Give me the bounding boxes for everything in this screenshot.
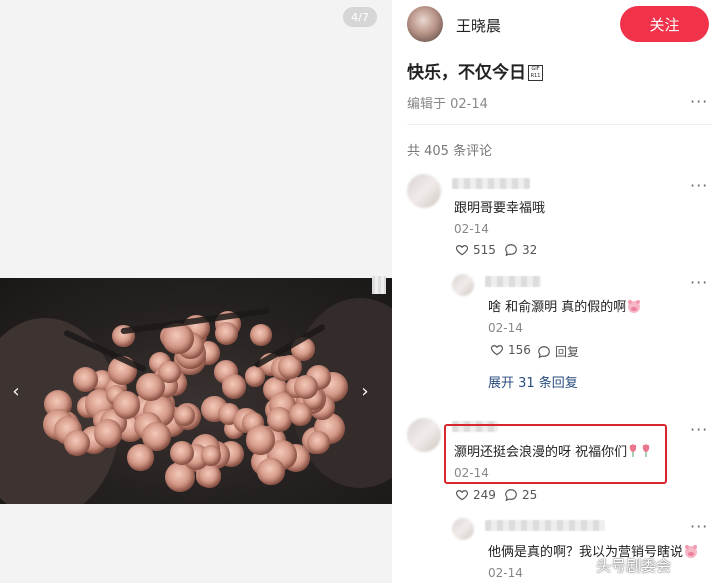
comment-more-icon[interactable]: ···: [690, 420, 708, 439]
heart-icon: [455, 490, 469, 501]
heart-icon: [455, 245, 469, 256]
pig-emoji-icon: [683, 544, 699, 562]
rose: [200, 445, 222, 466]
post-title-text: 快乐，不仅今日: [407, 63, 526, 83]
rose: [173, 404, 195, 426]
rose: [307, 430, 330, 454]
chat-bubble-icon: [538, 345, 550, 358]
reply-more-icon[interactable]: ···: [690, 517, 708, 536]
reply-label: 回复: [555, 345, 580, 359]
rose: [112, 391, 141, 419]
reply-text: 啥 和俞灏明 真的假的啊: [488, 296, 642, 317]
next-image-button[interactable]: ›: [354, 380, 376, 402]
like-button[interactable]: 249: [455, 488, 496, 502]
reply-text-content: 啥 和俞灏明 真的假的啊: [488, 300, 627, 315]
watermark: 头号剧委会: [596, 557, 672, 575]
page-indicator: 4/7: [343, 7, 377, 27]
rose: [221, 374, 247, 400]
replier-avatar[interactable]: [452, 274, 474, 296]
edit-date: 编辑于 02-14: [407, 97, 488, 112]
post-panel: 王晓晨 关注 快乐，不仅今日 GIF R11 编辑于 02-14 ··· 共 405…: [392, 0, 719, 583]
like-count: 515: [473, 243, 496, 257]
reply-date: 02-14: [488, 566, 523, 580]
comment-date: 02-14: [454, 222, 489, 236]
post-more-icon[interactable]: ···: [690, 92, 708, 111]
reply-date: 02-14: [488, 321, 523, 335]
chat-bubble-icon: [505, 244, 517, 257]
reply-more-icon[interactable]: ···: [690, 273, 708, 292]
rose: [170, 440, 194, 465]
commenter-avatar[interactable]: [407, 174, 441, 208]
reply-count: 25: [522, 488, 538, 502]
author-name[interactable]: 王晓晨: [456, 15, 501, 36]
rose: [288, 402, 313, 426]
like-count: 156: [508, 343, 531, 357]
follow-button[interactable]: 关注: [620, 6, 709, 42]
reply-count-button[interactable]: 32: [504, 243, 537, 257]
replier-name[interactable]: [485, 520, 605, 531]
chat-bubble-icon: [505, 489, 517, 502]
replier-avatar[interactable]: [452, 518, 474, 540]
like-count: 249: [473, 488, 496, 502]
rose: [214, 322, 239, 346]
commenter-avatar[interactable]: [407, 418, 441, 452]
like-button[interactable]: 515: [455, 243, 496, 257]
reply-button[interactable]: 回复: [537, 343, 579, 360]
expand-replies-link[interactable]: 展开 31 条回复: [488, 372, 578, 391]
rose: [93, 419, 122, 448]
reply-count: 32: [522, 243, 538, 257]
highlight-box: [444, 424, 667, 484]
rose: [249, 323, 272, 346]
chevron-left-icon: ‹: [12, 380, 20, 402]
like-button[interactable]: 156: [490, 343, 531, 357]
gif-icon: GIF R11: [528, 65, 543, 81]
rose: [245, 366, 266, 387]
comment-text: 跟明哥要幸福哦: [454, 201, 546, 216]
commenter-name[interactable]: [452, 178, 530, 189]
post-title: 快乐，不仅今日 GIF R11: [407, 58, 543, 83]
rose: [257, 457, 285, 486]
thumbnail-strip[interactable]: [372, 276, 386, 294]
rose-bouquet-photo: [0, 278, 392, 504]
image-gallery: 4/7 ‹ ›: [0, 0, 392, 583]
chevron-right-icon: ›: [361, 380, 369, 402]
heart-icon: [490, 345, 504, 356]
replier-name[interactable]: [485, 276, 541, 287]
reply-count-button[interactable]: 25: [504, 488, 537, 502]
divider: [407, 124, 712, 125]
rose: [293, 375, 318, 400]
pig-emoji-icon: [626, 299, 642, 317]
previous-image-button[interactable]: ‹: [5, 380, 27, 402]
author-avatar[interactable]: [407, 6, 443, 42]
rose: [127, 444, 154, 471]
comment-more-icon[interactable]: ···: [690, 176, 708, 195]
comment-count: 共 405 条评论: [407, 144, 493, 159]
